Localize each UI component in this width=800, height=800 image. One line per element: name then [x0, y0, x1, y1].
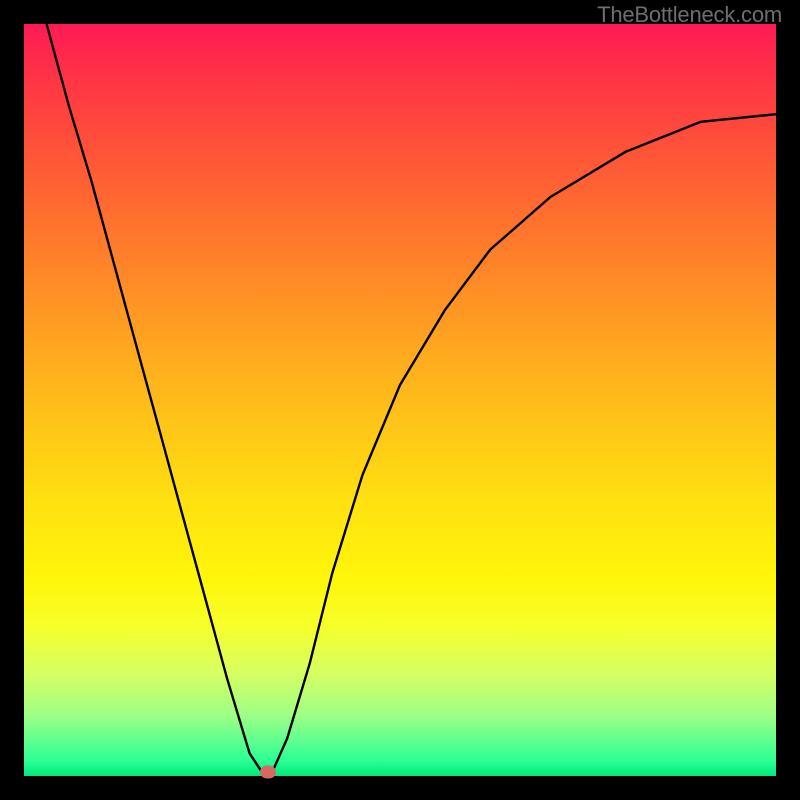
- plot-area: [24, 24, 776, 776]
- bottleneck-curve: [24, 24, 776, 776]
- optimal-point-marker: [260, 766, 276, 779]
- chart-frame: TheBottleneck.com: [0, 0, 800, 800]
